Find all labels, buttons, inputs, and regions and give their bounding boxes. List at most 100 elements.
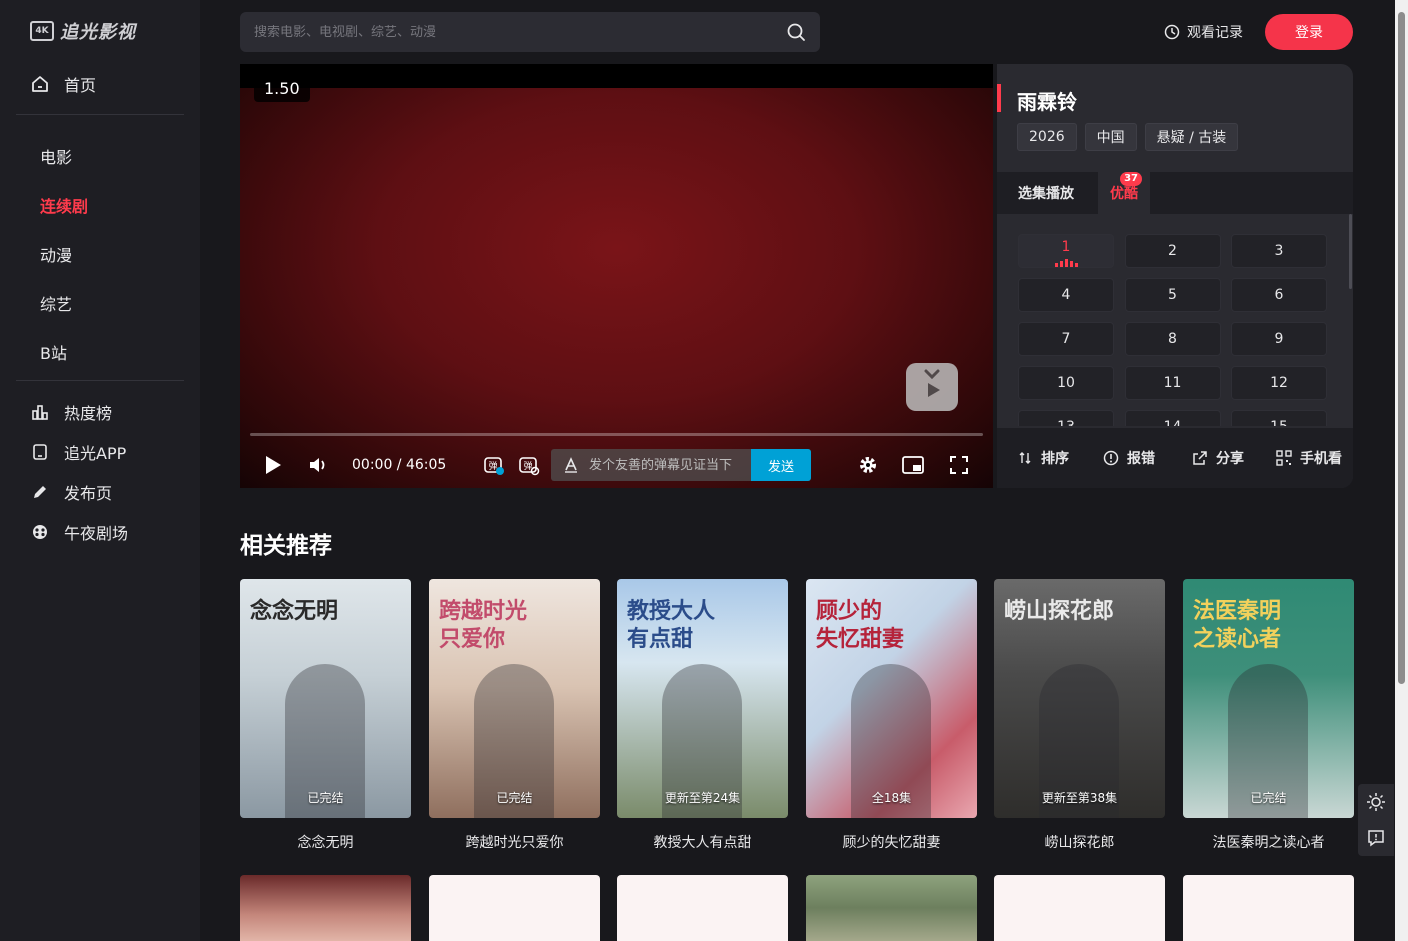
mobile-button[interactable]: 手机看 xyxy=(1274,448,1342,468)
category-bilibili[interactable]: B站 xyxy=(40,340,67,364)
search-icon[interactable] xyxy=(786,22,806,42)
episode-button[interactable]: 7 xyxy=(1018,322,1114,356)
poster-image[interactable]: 崂山探花郎 更新至第38集 xyxy=(994,579,1165,818)
page-scrollbar-thumb[interactable] xyxy=(1398,12,1405,684)
tab-youku[interactable]: 优酷 37 xyxy=(1098,172,1150,214)
login-button[interactable]: 登录 xyxy=(1265,14,1353,50)
sort-button[interactable]: 排序 xyxy=(1015,448,1069,468)
card-title[interactable]: 教授大人有点甜 xyxy=(617,832,788,852)
logo[interactable]: 4K 追光影视 xyxy=(30,18,136,44)
category-movie[interactable]: 电影 xyxy=(40,144,72,168)
episode-button[interactable]: 11 xyxy=(1124,366,1221,400)
category-series[interactable]: 连续剧 xyxy=(40,193,88,217)
search-bar xyxy=(240,12,820,52)
nav-publish[interactable]: 发布页 xyxy=(30,480,112,504)
episode-button[interactable]: 4 xyxy=(1018,278,1114,312)
video-frame[interactable] xyxy=(240,88,993,488)
episode-label: 13 xyxy=(1057,419,1075,426)
progress-bar[interactable] xyxy=(250,433,983,436)
tag-genre[interactable]: 悬疑 / 古装 xyxy=(1144,123,1239,151)
related-card[interactable]: 顾少的 失忆甜妻 全18集顾少的失忆甜妻 xyxy=(806,579,977,852)
card-title[interactable]: 法医秦明之读心者 xyxy=(1183,832,1354,852)
episode-button[interactable]: 8 xyxy=(1124,322,1221,356)
poster-placeholder[interactable] xyxy=(429,875,600,941)
poster-placeholder[interactable] xyxy=(994,875,1165,941)
poster-placeholder[interactable] xyxy=(617,875,788,941)
tag-region[interactable]: 中国 xyxy=(1084,123,1137,151)
share-icon xyxy=(1190,448,1210,468)
episode-label: 10 xyxy=(1057,375,1075,391)
card-title[interactable]: 念念无明 xyxy=(240,832,411,852)
nav-app[interactable]: 追光APP xyxy=(30,440,126,464)
feedback-icon[interactable] xyxy=(1366,828,1386,848)
report-button[interactable]: 报错 xyxy=(1101,448,1155,468)
episode-label: 2 xyxy=(1168,243,1177,259)
poster-placeholder[interactable] xyxy=(806,875,977,941)
poster-status: 全18集 xyxy=(871,791,912,805)
episode-button[interactable]: 10 xyxy=(1018,366,1114,400)
episode-scrollbar[interactable] xyxy=(1349,214,1352,289)
poster-image[interactable]: 教授大人 有点甜 更新至第24集 xyxy=(617,579,788,818)
tag-list: 2026 中国 悬疑 / 古装 xyxy=(1017,123,1239,151)
category-variety[interactable]: 综艺 xyxy=(40,291,72,315)
show-title: 雨霖铃 xyxy=(1017,90,1077,114)
episode-button[interactable]: 1 xyxy=(1018,234,1114,268)
page-scrollbar[interactable] xyxy=(1395,0,1408,941)
tv-logo-icon xyxy=(906,363,958,411)
nav-midnight[interactable]: 午夜剧场 xyxy=(30,520,128,544)
episode-label: 5 xyxy=(1168,287,1177,303)
volume-icon[interactable] xyxy=(308,455,330,475)
sidebar: 4K 追光影视 首页 电影 连续剧 动漫 综艺 B站 热度榜 追光APP 发布页… xyxy=(0,0,200,941)
video-player[interactable]: 1.50 00:00 / 46:05 弹 弹 发送 xyxy=(240,64,993,488)
episode-button[interactable]: 12 xyxy=(1231,366,1327,400)
poster-image[interactable]: 顾少的 失忆甜妻 全18集 xyxy=(806,579,977,818)
logo-badge: 4K xyxy=(30,21,54,41)
card-title[interactable]: 跨越时光只爱你 xyxy=(429,832,600,852)
search-input[interactable] xyxy=(254,24,786,40)
episode-label: 11 xyxy=(1163,375,1182,391)
text-style-icon[interactable] xyxy=(561,455,581,475)
episode-button[interactable]: 6 xyxy=(1231,278,1327,312)
related-card[interactable]: 法医秦明 之读心者 已完结法医秦明之读心者 xyxy=(1183,579,1354,852)
danmu-send-button[interactable]: 发送 xyxy=(751,449,811,481)
card-title[interactable]: 顾少的失忆甜妻 xyxy=(806,832,977,852)
poster-status: 更新至第38集 xyxy=(1041,791,1118,805)
picture-in-picture-icon[interactable] xyxy=(902,455,924,475)
poster-image[interactable]: 念念无明 已完结 xyxy=(240,579,411,818)
tab-episodes[interactable]: 选集播放 xyxy=(997,172,1095,214)
related-card[interactable]: 崂山探花郎 更新至第38集崂山探花郎 xyxy=(994,579,1165,852)
episode-button[interactable]: 5 xyxy=(1124,278,1221,312)
episode-button[interactable]: 13 xyxy=(1018,410,1114,426)
settings-icon[interactable] xyxy=(857,454,879,476)
episode-button[interactable]: 9 xyxy=(1231,322,1327,356)
category-anime[interactable]: 动漫 xyxy=(40,242,72,266)
tag-year[interactable]: 2026 xyxy=(1017,123,1077,151)
poster-placeholder[interactable] xyxy=(1183,875,1354,941)
episode-button[interactable]: 3 xyxy=(1231,234,1327,268)
related-card[interactable]: 念念无明 已完结念念无明 xyxy=(240,579,411,852)
danmu-toggle-icon[interactable]: 弹 xyxy=(483,454,505,476)
danmu-settings-icon[interactable]: 弹 xyxy=(518,454,540,476)
fullscreen-icon[interactable] xyxy=(949,455,969,475)
poster-placeholder[interactable] xyxy=(240,875,411,941)
episode-button[interactable]: 15 xyxy=(1231,410,1327,426)
nav-ranking[interactable]: 热度榜 xyxy=(30,400,112,424)
episode-button[interactable]: 2 xyxy=(1124,234,1221,268)
related-card[interactable]: 教授大人 有点甜 更新至第24集教授大人有点甜 xyxy=(617,579,788,852)
history-button[interactable]: 观看记录 xyxy=(1162,22,1243,42)
share-button[interactable]: 分享 xyxy=(1190,448,1244,468)
report-label: 报错 xyxy=(1127,451,1155,467)
poster-status: 已完结 xyxy=(307,791,344,805)
nav-home[interactable]: 首页 xyxy=(30,72,96,96)
poster-image[interactable]: 法医秦明 之读心者 已完结 xyxy=(1183,579,1354,818)
card-title[interactable]: 崂山探花郎 xyxy=(994,832,1165,852)
play-icon[interactable] xyxy=(264,455,282,475)
episode-label: 9 xyxy=(1274,331,1284,347)
poster-image[interactable]: 跨越时光 只爱你 已完结 xyxy=(429,579,600,818)
episode-label: 6 xyxy=(1274,287,1284,303)
theme-toggle-icon[interactable] xyxy=(1366,792,1386,812)
episode-button[interactable]: 14 xyxy=(1124,410,1221,426)
related-title: 相关推荐 xyxy=(240,533,332,559)
related-card[interactable]: 跨越时光 只爱你 已完结跨越时光只爱你 xyxy=(429,579,600,852)
episode-label: 7 xyxy=(1061,331,1071,347)
